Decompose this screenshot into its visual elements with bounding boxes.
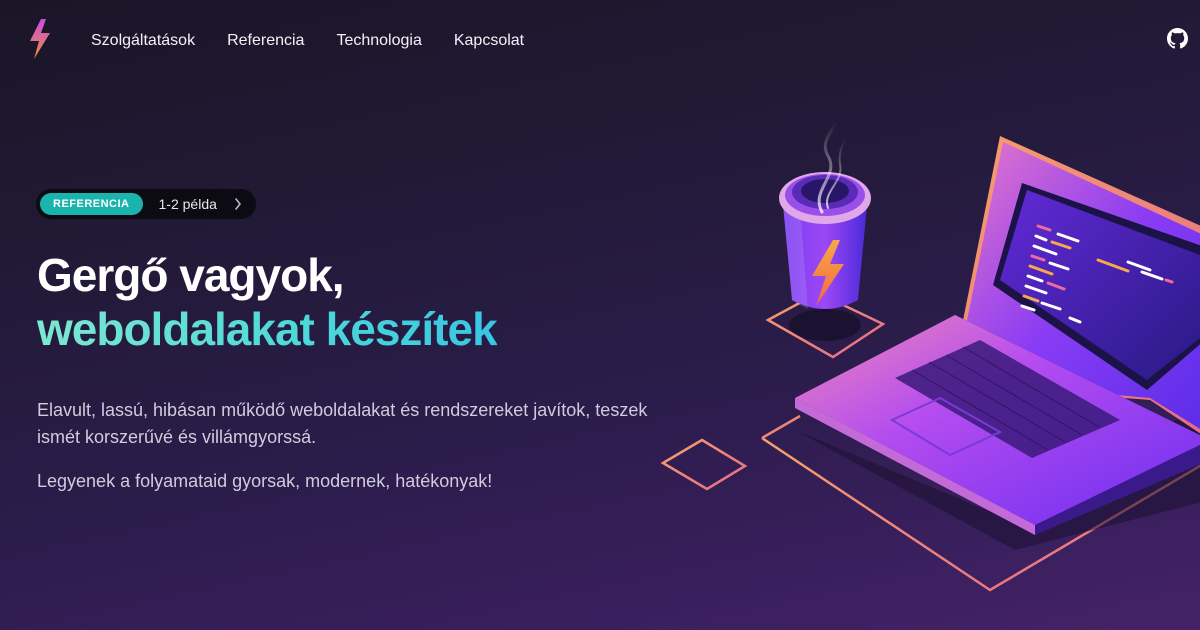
hero-paragraph: Elavult, lassú, hibásan működő weboldala… [37, 400, 648, 447]
nav-link-contact[interactable]: Kapcsolat [454, 31, 524, 51]
reference-badge[interactable]: REFERENCIA 1-2 példa [36, 189, 256, 219]
hero-title-line1: Gergő vagyok, [37, 249, 345, 301]
nav-link-services[interactable]: Szolgáltatások [91, 31, 195, 51]
badge-text: 1-2 példa [158, 196, 217, 212]
nav-link-technology[interactable]: Technologia [336, 31, 421, 51]
github-icon[interactable] [1167, 28, 1188, 49]
hero-title-line2: weboldalakat készítek [37, 303, 498, 355]
nav-link-references[interactable]: Referencia [227, 31, 304, 51]
laptop-coffee-illustration [660, 120, 1200, 592]
chevron-right-icon [235, 198, 241, 210]
main-nav: Szolgáltatások Referencia Technologia Ka… [91, 31, 524, 51]
hero-tagline: Legyenek a folyamataid gyorsak, modernek… [37, 471, 493, 491]
badge-tag: REFERENCIA [40, 193, 143, 215]
hero-title: Gergő vagyok, weboldalakat készítek [37, 248, 498, 356]
lightning-bolt-icon[interactable] [26, 18, 54, 60]
